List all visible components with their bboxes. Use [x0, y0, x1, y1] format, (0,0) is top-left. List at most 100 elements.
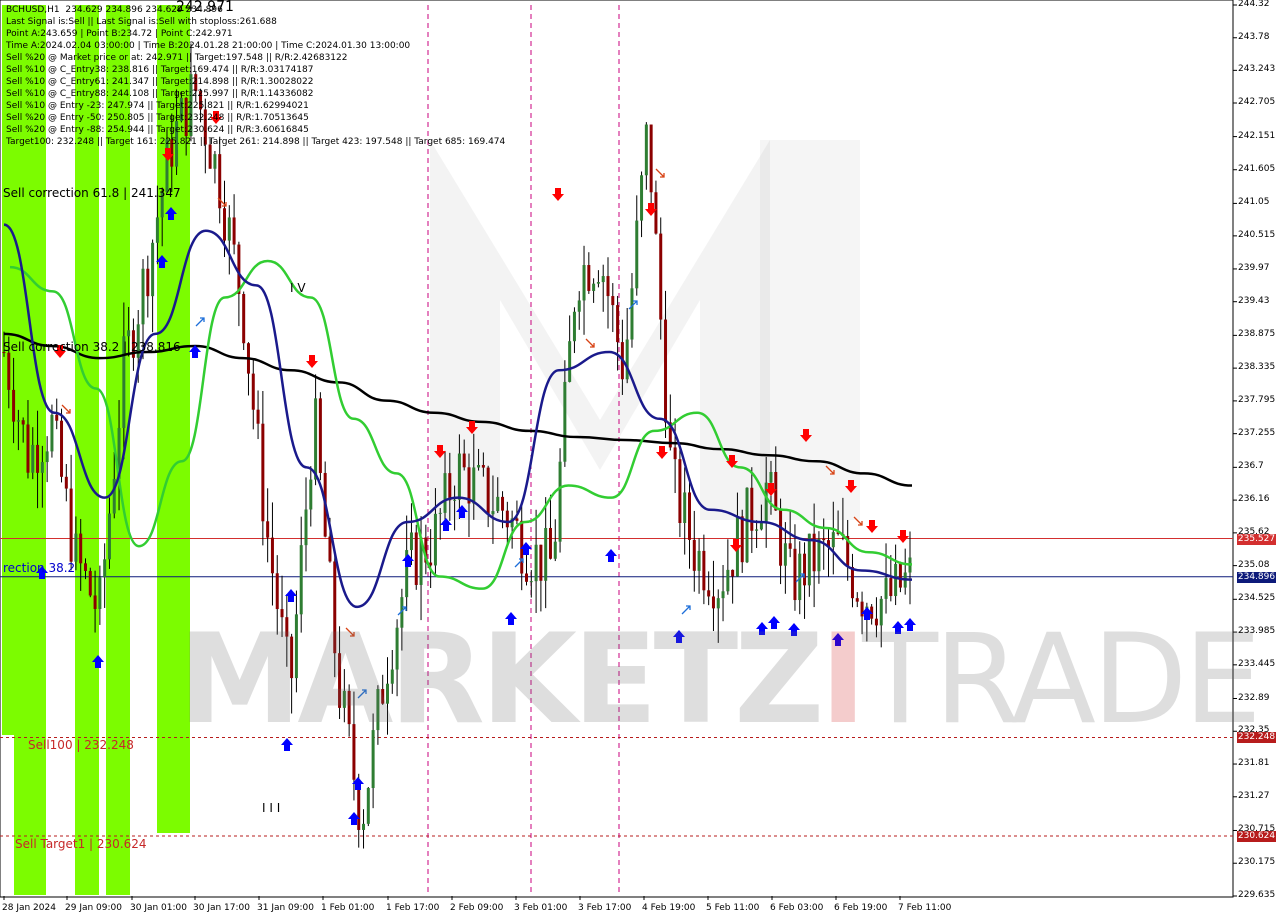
- x-tick-label: 3 Feb 01:00: [514, 903, 568, 913]
- candle-body: [98, 577, 102, 609]
- candle-body: [501, 496, 505, 511]
- candle-body: [213, 154, 217, 169]
- candle-body: [831, 532, 835, 548]
- x-tick-label: 30 Jan 17:00: [193, 903, 250, 913]
- candle-body: [659, 233, 663, 320]
- candle-body: [850, 567, 854, 599]
- correction-382-label: Sell correction 38.2 | 238.816: [3, 340, 181, 354]
- candle-body: [366, 788, 370, 824]
- candle-body: [83, 563, 87, 571]
- candle-body: [884, 578, 888, 599]
- signal-info-panel: BCHUSD,H1 234.629 234.896 234.629 234.89…: [6, 4, 505, 148]
- candle-body: [644, 124, 648, 176]
- candle-body: [88, 570, 92, 596]
- candle-body: [822, 538, 826, 541]
- candle-body: [26, 424, 30, 473]
- candle-body: [107, 513, 111, 560]
- candle-body: [155, 217, 159, 243]
- candle-body: [587, 265, 591, 291]
- candle-body: [275, 573, 279, 610]
- candle-body: [577, 300, 581, 312]
- candle-body: [299, 545, 303, 615]
- y-tick-label: 238.335: [1238, 362, 1276, 373]
- candle-body: [74, 533, 78, 562]
- candle-body: [635, 220, 639, 289]
- candle-body: [807, 533, 811, 586]
- info-line: Sell %20 @ Entry -50: 250.805 || Target:…: [6, 113, 309, 123]
- candle-body: [759, 522, 763, 530]
- candle-body: [678, 459, 682, 523]
- candle-body: [251, 373, 255, 410]
- candle-body: [146, 268, 150, 297]
- candle-body: [563, 381, 567, 462]
- candle-body: [486, 467, 490, 515]
- candle-body: [141, 268, 145, 325]
- price-tag: 234.896: [1237, 571, 1276, 583]
- candle-body: [7, 352, 11, 390]
- x-tick-label: 6 Feb 03:00: [770, 903, 824, 913]
- candle-body: [45, 451, 49, 463]
- candle-body: [433, 513, 437, 566]
- candle-body: [31, 444, 35, 473]
- candle-body: [438, 512, 442, 514]
- candle-body: [745, 487, 749, 563]
- candle-body: [592, 283, 596, 291]
- candle-body: [779, 510, 783, 566]
- candle-body: [227, 217, 231, 241]
- y-tick-label: 231.27: [1238, 790, 1270, 801]
- candle-body: [448, 473, 452, 501]
- x-tick-label: 29 Jan 09:00: [65, 903, 122, 913]
- y-tick-label: 239.43: [1238, 295, 1270, 306]
- candle-body: [362, 823, 366, 830]
- candle-body: [855, 598, 859, 602]
- candle-body: [12, 389, 16, 422]
- candle-body: [232, 217, 236, 245]
- candle-body: [266, 521, 270, 538]
- candle-body: [409, 532, 413, 551]
- candle-body: [21, 420, 25, 425]
- candle-body: [683, 492, 687, 523]
- candle-body: [443, 473, 447, 513]
- y-tick-label: 236.16: [1238, 494, 1270, 505]
- candle-body: [481, 465, 485, 468]
- x-tick-label: 1 Feb 01:00: [321, 903, 375, 913]
- x-tick-label: 31 Jan 09:00: [257, 903, 314, 913]
- candle-body: [697, 550, 701, 571]
- candle-body: [36, 444, 40, 473]
- y-tick-label: 243.243: [1238, 64, 1276, 75]
- candle-body: [601, 276, 605, 283]
- candle-body: [544, 527, 548, 581]
- y-tick-label: 230.175: [1238, 857, 1276, 868]
- y-tick-label: 233.985: [1238, 626, 1276, 637]
- candle-body: [93, 595, 97, 609]
- candle-body: [721, 591, 725, 599]
- y-tick-label: 236.7: [1238, 461, 1264, 472]
- candle-body: [16, 420, 20, 422]
- candle-body: [548, 527, 552, 559]
- y-tick-label: 233.445: [1238, 658, 1276, 669]
- candle-body: [817, 538, 821, 572]
- y-tick-label: 241.05: [1238, 197, 1270, 208]
- candle-body: [625, 339, 629, 380]
- y-tick-label: 241.605: [1238, 163, 1276, 174]
- y-tick-label: 237.255: [1238, 427, 1276, 438]
- y-tick-label: 243.78: [1238, 31, 1270, 42]
- candle-body: [664, 319, 668, 423]
- candle-body: [898, 563, 902, 588]
- y-tick-label: 242.705: [1238, 96, 1276, 107]
- candle-body: [40, 462, 44, 473]
- candle-body: [505, 510, 509, 528]
- candle-body: [649, 124, 653, 193]
- candle-body: [79, 533, 83, 564]
- candle-body: [151, 242, 155, 297]
- price-tag: 232.248: [1237, 732, 1276, 744]
- candle-body: [582, 265, 586, 301]
- candle-body: [673, 447, 677, 460]
- candle-body: [596, 282, 600, 284]
- candle-body: [687, 492, 691, 540]
- x-tick-label: 28 Jan 2024: [2, 903, 56, 913]
- candle-body: [534, 544, 538, 582]
- candle-body: [616, 305, 620, 343]
- watermark-logo-bar: [760, 140, 860, 520]
- info-line: Sell %10 @ C_Entry88: 244.108 || Target:…: [6, 89, 314, 99]
